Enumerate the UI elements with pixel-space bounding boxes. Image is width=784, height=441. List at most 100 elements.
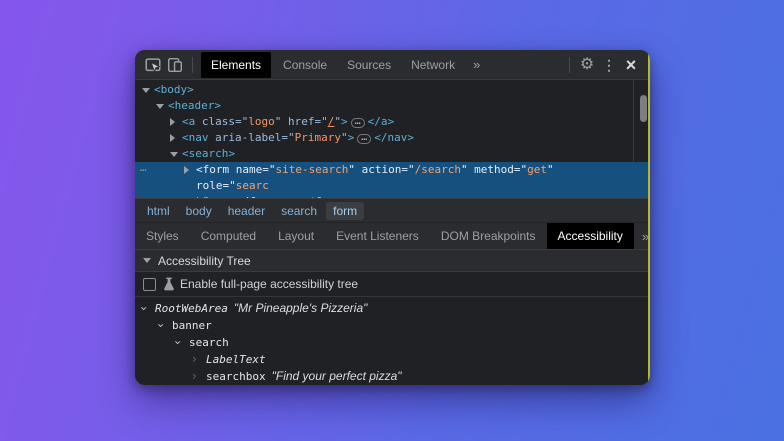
code-tag: form (203, 163, 230, 176)
breadcrumb-item-html[interactable]: html (140, 202, 177, 220)
code-tag: </form> (236, 195, 282, 198)
node-accessible-name: "Mr Pineapple's Pizzeria" (234, 301, 368, 315)
code-val: h (196, 195, 203, 198)
code-br: < (182, 131, 189, 144)
accessibility-node-rootwebarea[interactable]: ›RootWebArea"Mr Pineapple's Pizzeria" (135, 300, 650, 317)
settings-gear-icon[interactable]: ⚙ (576, 54, 598, 76)
sidebar-tab-styles[interactable]: Styles (135, 223, 190, 249)
code-eq: == $0 (282, 195, 322, 198)
sidebar-tab-event-listeners[interactable]: Event Listeners (325, 223, 430, 249)
more-tabs-icon[interactable]: » (465, 57, 488, 72)
tab-network[interactable]: Network (401, 50, 465, 79)
code-val: searc (236, 179, 269, 192)
sidebar-tab-accessibility[interactable]: Accessibility (547, 223, 634, 249)
code-br: > (187, 83, 194, 96)
expand-twisty-icon[interactable] (170, 134, 175, 142)
dom-row-line: <search> (182, 146, 632, 162)
node-accessible-name: "Find your perfect pizza" (272, 369, 402, 383)
code-tag: body (161, 83, 188, 96)
breadcrumb-item-header[interactable]: header (221, 202, 272, 220)
close-icon[interactable]: × (620, 54, 642, 76)
tab-elements[interactable]: Elements (201, 52, 271, 78)
row-menu-dots-icon[interactable]: … (140, 160, 148, 176)
code-val: site-search (275, 163, 348, 176)
breadcrumb-item-form[interactable]: form (326, 202, 364, 220)
devtools-toolbar: ElementsConsoleSourcesNetwork » ⚙ ⋮ × (135, 50, 650, 80)
dom-row-line: <nav aria-label="Primary">…</nav> (182, 130, 632, 146)
dom-tree-row[interactable]: <nav aria-label="Primary">…</nav> (135, 130, 650, 146)
inspect-element-icon[interactable] (142, 54, 164, 76)
experiment-flask-icon (163, 277, 175, 291)
breadcrumb-item-search[interactable]: search (274, 202, 324, 220)
code-tag: nav (189, 131, 209, 144)
accessibility-tree: ›RootWebArea"Mr Pineapple's Pizzeria"›ba… (135, 297, 650, 385)
enable-full-page-checkbox[interactable] (143, 278, 156, 291)
accessibility-tree-section-header[interactable]: Accessibility Tree (135, 249, 650, 272)
breadcrumb: htmlbodyheadersearchform (135, 198, 650, 222)
dom-tree-row[interactable]: <body> (135, 82, 650, 98)
dom-tree-row[interactable]: <search> (135, 146, 650, 162)
node-role: search (189, 336, 229, 349)
code-br: > (341, 115, 348, 128)
toolbar-divider (192, 57, 193, 73)
code-br: > (214, 99, 221, 112)
code-attr: " href=" (275, 115, 328, 128)
code-br: > (228, 147, 235, 160)
collapse-twisty-icon[interactable] (156, 104, 164, 109)
code-attr: " (341, 131, 348, 144)
code-tag: </a> (368, 115, 395, 128)
collapse-chevron-icon[interactable]: › (169, 340, 186, 345)
devtools-tab-strip: ElementsConsoleSourcesNetwork (199, 50, 465, 79)
accessibility-node-labeltext[interactable]: › LabelText (135, 351, 650, 368)
tab-console[interactable]: Console (273, 50, 337, 79)
code-br: < (154, 83, 161, 96)
kebab-menu-icon[interactable]: ⋮ (598, 54, 620, 76)
dom-row-line: <body> (154, 82, 632, 98)
device-toolbar-icon[interactable] (164, 54, 186, 76)
sidebar-tab-strip: StylesComputedLayoutEvent ListenersDOM B… (135, 222, 650, 249)
collapse-chevron-icon[interactable]: › (135, 306, 152, 311)
collapse-twisty-icon[interactable] (170, 152, 178, 157)
accessibility-node-banner[interactable]: ›banner (135, 317, 650, 334)
tab-sources[interactable]: Sources (337, 50, 401, 79)
accessibility-node-search[interactable]: ›search (135, 334, 650, 351)
code-val: /search (415, 163, 461, 176)
inline-expand-ellipsis-icon[interactable]: … (357, 134, 371, 144)
breadcrumb-item-body[interactable]: body (179, 202, 219, 220)
code-br: < (182, 115, 189, 128)
dom-row-line: <a class="logo" href="/">…</a> (182, 114, 632, 130)
scrollbar-thumb[interactable] (640, 95, 647, 122)
dom-tree-row[interactable]: … <form name="site-search" action="/searc… (135, 162, 650, 198)
sidebar-tab-layout[interactable]: Layout (267, 223, 325, 249)
code-br: < (182, 147, 189, 160)
toolbar-right-group: ⚙ ⋮ × (563, 54, 642, 76)
collapse-twisty-icon[interactable] (142, 88, 150, 93)
code-attr: " (334, 115, 341, 128)
accessibility-node-searchbox[interactable]: ›searchbox"Find your perfect pizza" (135, 368, 650, 385)
dom-row-line: <header> (168, 98, 632, 114)
dom-row-line: <form name="site-search" action="/search… (196, 162, 632, 194)
desktop-background: ElementsConsoleSourcesNetwork » ⚙ ⋮ × <b… (0, 0, 784, 441)
code-val: logo (248, 115, 275, 128)
sidebar-tab-dom-breakpoints[interactable]: DOM Breakpoints (430, 223, 547, 249)
code-attr: name=" (229, 163, 275, 176)
expand-twisty-icon[interactable] (184, 166, 189, 174)
full-page-accessibility-row: Enable full-page accessibility tree (135, 272, 650, 297)
expand-chevron-icon[interactable]: › (192, 368, 197, 385)
dom-tree-row[interactable]: <a class="logo" href="/">…</a> (135, 114, 650, 130)
collapse-chevron-icon[interactable]: › (152, 323, 169, 328)
inspect-element-glyph (144, 56, 162, 74)
collapse-triangle-icon (143, 258, 151, 263)
section-title: Accessibility Tree (158, 254, 251, 268)
code-val: Primary (295, 131, 341, 144)
expand-chevron-icon[interactable]: › (192, 351, 197, 368)
checkbox-label: Enable full-page accessibility tree (180, 277, 358, 291)
dom-tree-row[interactable]: <header> (135, 98, 650, 114)
inline-expand-ellipsis-icon[interactable]: … (351, 118, 365, 128)
node-role: LabelText (206, 353, 266, 366)
code-br: < (196, 163, 203, 176)
expand-twisty-icon[interactable] (170, 118, 175, 126)
sidebar-tab-computed[interactable]: Computed (190, 223, 267, 249)
dom-row-line: h">…</form> == $0 (196, 194, 632, 198)
code-attr: aria-label=" (209, 131, 295, 144)
